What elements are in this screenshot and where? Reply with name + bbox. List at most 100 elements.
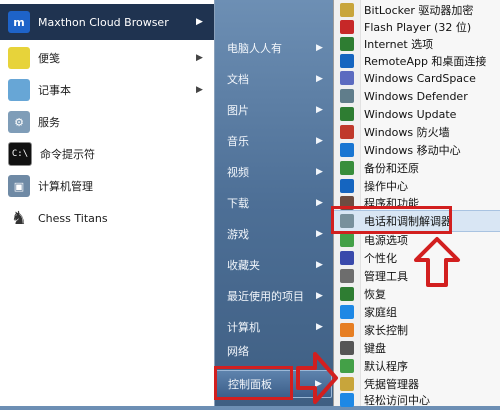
pinned-item-notepad[interactable]: 记事本 ▶: [0, 76, 214, 104]
menu-item-label: 下载: [227, 197, 249, 210]
chevron-right-icon: ▶: [316, 74, 323, 84]
chess-icon: ♞: [8, 207, 30, 229]
pinned-item-services[interactable]: ⚙ 服务: [0, 108, 214, 136]
notepad-icon: [8, 79, 30, 101]
submenu-item-label: 默认程序: [364, 360, 408, 373]
bitlocker-icon: [340, 3, 354, 17]
chevron-right-icon: ▶: [196, 17, 203, 27]
submenu-item-label: Windows Defender: [364, 89, 468, 103]
annotation-box-phone-modem: [331, 206, 452, 234]
submenu-item[interactable]: 默认程序: [334, 356, 500, 376]
menu-item-label: 文档: [227, 73, 249, 86]
ease-of-access-icon: [340, 393, 354, 407]
submenu-item[interactable]: 家长控制: [334, 320, 500, 340]
chevron-right-icon: ▶: [316, 105, 323, 115]
menu-item-label: 计算机: [227, 321, 260, 334]
start-menu-left-pane: m Maxthon Cloud Browser ▶ 便笺 ▶ 记事本 ▶ ⚙ 服…: [0, 0, 215, 406]
submenu-item[interactable]: Windows 移动中心: [334, 140, 500, 160]
chevron-right-icon: ▶: [316, 167, 323, 177]
submenu-item-label: Windows Update: [364, 107, 457, 121]
menu-item-computer[interactable]: 计算机 ▶: [215, 315, 332, 339]
backup-restore-icon: [340, 161, 354, 175]
menu-item-recent-items[interactable]: 最近使用的项目 ▶: [215, 284, 332, 308]
submenu-item-label: 电源选项: [364, 234, 408, 247]
menu-item-music[interactable]: 音乐 ▶: [215, 129, 332, 153]
menu-item-pictures[interactable]: 图片 ▶: [215, 98, 332, 122]
pinned-item-label: 命令提示符: [40, 148, 95, 161]
pinned-item-command-prompt[interactable]: C:\ 命令提示符: [0, 140, 214, 168]
internet-options-icon: [340, 37, 354, 51]
default-programs-icon: [340, 359, 354, 373]
command-prompt-icon: C:\: [8, 142, 32, 166]
submenu-item-label: 操作中心: [364, 180, 408, 193]
submenu-item-label: Windows 移动中心: [364, 144, 461, 157]
credential-manager-icon: [340, 377, 354, 391]
defender-icon: [340, 89, 354, 103]
annotation-arrow-right: [296, 352, 338, 404]
menu-item-videos[interactable]: 视频 ▶: [215, 160, 332, 184]
pinned-item-label: 便笺: [38, 52, 60, 65]
pinned-item-label: 记事本: [38, 84, 71, 97]
submenu-item-label: 家庭组: [364, 306, 397, 319]
chevron-right-icon: ▶: [316, 198, 323, 208]
menu-item-label: 音乐: [227, 135, 249, 148]
submenu-item-label: Flash Player (32 位): [364, 21, 472, 34]
mobility-center-icon: [340, 143, 354, 157]
menu-item-favorites[interactable]: 收藏夹 ▶: [215, 253, 332, 277]
keyboard-icon: [340, 341, 354, 355]
submenu-item-label: 个性化: [364, 252, 397, 265]
submenu-item[interactable]: Windows Update: [334, 104, 500, 124]
submenu-item-label: 键盘: [364, 342, 386, 355]
power-options-icon: [340, 233, 354, 247]
menu-item-label: 收藏夹: [227, 259, 260, 272]
menu-item-user-folder[interactable]: 电脑人人有 ▶: [215, 36, 332, 60]
pinned-item-sticky-notes[interactable]: 便笺 ▶: [0, 44, 214, 72]
action-center-flag-icon: [340, 179, 354, 193]
submenu-item[interactable]: 备份和还原: [334, 158, 500, 178]
submenu-item[interactable]: 轻松访问中心: [334, 390, 500, 410]
submenu-item-label: 恢复: [364, 288, 386, 301]
flash-player-icon: [340, 20, 354, 34]
menu-item-label: 游戏: [227, 228, 249, 241]
pinned-item-maxthon[interactable]: m Maxthon Cloud Browser ▶: [0, 4, 214, 40]
sticky-note-icon: [8, 47, 30, 69]
chevron-right-icon: ▶: [316, 322, 323, 332]
pinned-item-label: 服务: [38, 116, 60, 129]
submenu-item-label: Windows CardSpace: [364, 71, 476, 85]
parental-controls-icon: [340, 323, 354, 337]
submenu-item[interactable]: Windows CardSpace: [334, 68, 500, 88]
cardspace-icon: [340, 71, 354, 85]
chevron-right-icon: ▶: [316, 43, 323, 53]
pinned-item-computer-management[interactable]: ▣ 计算机管理: [0, 172, 214, 200]
chevron-right-icon: ▶: [316, 136, 323, 146]
control-panel-submenu: BitLocker 驱动器加密 Flash Player (32 位) Inte…: [333, 0, 500, 407]
start-menu-right-pane: 电脑人人有 ▶ 文档 ▶ 图片 ▶ 音乐 ▶ 视频 ▶ 下载 ▶ 游戏 ▶ 收藏夹 ▶ 最近使用…: [215, 0, 332, 406]
menu-item-downloads[interactable]: 下载 ▶: [215, 191, 332, 215]
submenu-item[interactable]: Windows Defender: [334, 86, 500, 106]
submenu-item[interactable]: Windows 防火墙: [334, 122, 500, 142]
menu-item-games[interactable]: 游戏 ▶: [215, 222, 332, 246]
submenu-item-label: 备份和还原: [364, 162, 419, 175]
pinned-item-label: 计算机管理: [38, 180, 93, 193]
chevron-right-icon: ▶: [316, 260, 323, 270]
chevron-right-icon: ▶: [196, 53, 203, 63]
pinned-item-label: Maxthon Cloud Browser: [38, 15, 169, 29]
chevron-right-icon: ▶: [196, 85, 203, 95]
submenu-item[interactable]: 家庭组: [334, 302, 500, 322]
submenu-item-label: 管理工具: [364, 270, 408, 283]
annotation-box-control-panel: [214, 366, 293, 400]
firewall-icon: [340, 125, 354, 139]
menu-item-label: 最近使用的项目: [227, 290, 304, 303]
menu-item-label: 图片: [227, 104, 249, 117]
chevron-right-icon: ▶: [316, 229, 323, 239]
admin-tools-icon: [340, 269, 354, 283]
maxthon-logo-icon: m: [8, 11, 30, 33]
submenu-item-label: BitLocker 驱动器加密: [364, 4, 474, 17]
menu-item-documents[interactable]: 文档 ▶: [215, 67, 332, 91]
submenu-item[interactable]: 键盘: [334, 338, 500, 358]
annotation-arrow-up: [414, 237, 460, 287]
menu-item-label: 电脑人人有: [227, 42, 282, 55]
services-gear-icon: ⚙: [8, 111, 30, 133]
homegroup-icon: [340, 305, 354, 319]
pinned-item-chess-titans[interactable]: ♞ Chess Titans: [0, 204, 214, 232]
